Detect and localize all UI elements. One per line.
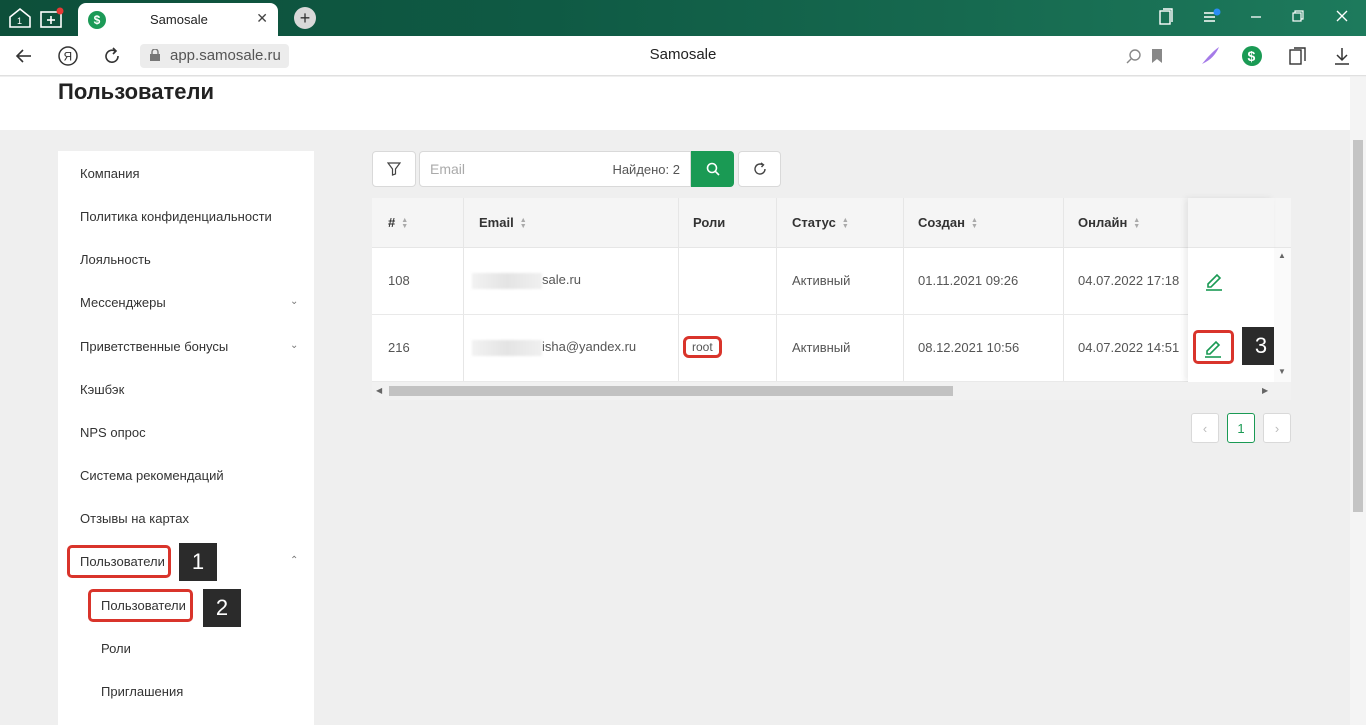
sidebar-item-loyalty[interactable]: Лояльность: [80, 252, 151, 267]
column-header-online[interactable]: Онлайн ▲ ▼: [1078, 215, 1140, 230]
highlight-users-submenu: [88, 589, 193, 622]
table-row[interactable]: 108 sale.ru Активный 01.11.2021 09:26 04…: [372, 248, 1291, 315]
minimize-icon[interactable]: [1249, 8, 1263, 27]
users-table: # ▲ ▼ Email ▲ ▼ Роли Статус ▲ ▼ Создан ▲ ▼ Онлай…: [372, 198, 1291, 400]
sidebar-item-company[interactable]: Компания: [80, 166, 140, 181]
column-header-email[interactable]: Email ▲ ▼: [479, 215, 527, 230]
samosale-extension-icon[interactable]: $: [1240, 45, 1264, 67]
sidebar-item-map-reviews[interactable]: Отзывы на картах: [80, 511, 189, 526]
feather-extension-icon[interactable]: [1198, 45, 1222, 67]
browser-tab-samosale[interactable]: $ Samosale ✕: [78, 3, 278, 36]
table-header: # ▲ ▼ Email ▲ ▼ Роли Статус ▲ ▼ Создан ▲ ▼ Онлай…: [372, 198, 1291, 248]
found-count: Найдено: 2: [612, 162, 680, 177]
step-marker-1: 1: [179, 543, 217, 581]
role-tag-root: root: [683, 336, 722, 358]
edit-icon[interactable]: [1202, 336, 1224, 358]
edit-icon[interactable]: [1203, 269, 1225, 291]
svg-text:1: 1: [17, 16, 22, 26]
email-search-input[interactable]: [430, 161, 600, 177]
new-tab-button[interactable]: +: [294, 7, 316, 29]
sort-icon[interactable]: ▲ ▼: [1133, 217, 1140, 230]
chevron-down-icon: ⌄: [290, 296, 299, 307]
cell-created: 01.11.2021 09:26: [918, 273, 1019, 288]
sort-icon[interactable]: ▲ ▼: [842, 217, 849, 230]
redacted-email: [472, 272, 542, 289]
filter-icon: [387, 162, 401, 176]
column-header-roles: Роли: [693, 215, 726, 230]
close-window-icon[interactable]: [1335, 8, 1349, 27]
cell-id: 216: [388, 340, 410, 355]
tab-close-icon[interactable]: ✕: [256, 10, 268, 27]
bookmarks-panel-icon[interactable]: [1158, 8, 1174, 29]
sort-icon[interactable]: ▲ ▼: [520, 217, 527, 230]
cell-email: isha@yandex.ru: [472, 339, 636, 356]
search-button[interactable]: [691, 151, 734, 187]
search-icon: [706, 162, 720, 176]
sidebar-item-privacy-policy[interactable]: Политика конфиденциальности: [80, 209, 272, 224]
column-header-id[interactable]: # ▲ ▼: [388, 215, 408, 230]
address-bar: Я app.samosale.ru Samosale $: [0, 36, 1366, 76]
cell-status: Активный: [792, 340, 851, 355]
tab-title: Samosale: [150, 12, 208, 27]
table-vertical-scrollbar[interactable]: ▲ ▼: [1274, 248, 1291, 382]
page-header: Пользователи: [0, 77, 1350, 130]
cell-created: 08.12.2021 10:56: [918, 340, 1020, 355]
cell-id: 108: [388, 273, 410, 288]
sidebar-item-cashback[interactable]: Кэшбэк: [80, 382, 124, 397]
chevron-up-icon: ⌃: [290, 555, 299, 566]
chevron-down-icon: ⌄: [290, 340, 299, 351]
new-folder-icon[interactable]: [38, 5, 66, 31]
filter-button[interactable]: [372, 151, 416, 187]
menu-icon[interactable]: [1203, 8, 1223, 29]
page-scrollbar[interactable]: [1350, 77, 1366, 725]
highlight-users-menu: [67, 545, 171, 578]
sidebar-item-referrals[interactable]: Система рекомендаций: [80, 468, 224, 483]
refresh-icon: [753, 162, 766, 175]
collections-icon[interactable]: [1286, 45, 1310, 67]
samosale-logo-icon: $: [88, 10, 106, 29]
sidebar-subitem-roles[interactable]: Роли: [101, 641, 131, 656]
home-icon[interactable]: 1: [6, 5, 34, 31]
step-marker-2: 2: [203, 589, 241, 627]
column-header-status[interactable]: Статус ▲ ▼: [792, 215, 849, 230]
pagination-next[interactable]: ›: [1263, 413, 1291, 443]
browser-tab-strip: 1 $ Samosale ✕ +: [0, 0, 1366, 36]
pagination-page-1[interactable]: 1: [1227, 413, 1255, 443]
refresh-button[interactable]: [738, 151, 781, 187]
cell-online: 04.07.2022 17:18: [1078, 273, 1180, 288]
svg-text:$: $: [1248, 48, 1256, 64]
sidebar-subitem-invitations[interactable]: Приглашения: [101, 684, 183, 699]
cell-online: 04.07.2022 14:51: [1078, 340, 1180, 355]
page-title: Пользователи: [58, 79, 215, 104]
sidebar-item-nps[interactable]: NPS опрос: [80, 425, 146, 440]
settings-sidebar: Компания Политика конфиденциальности Лоя…: [58, 151, 314, 725]
redacted-email: [472, 339, 542, 356]
cell-email: sale.ru: [472, 272, 581, 289]
download-icon[interactable]: [1330, 45, 1354, 67]
bookmark-icon[interactable]: [1145, 45, 1169, 67]
sidebar-item-welcome-bonuses[interactable]: Приветственные бонусы: [80, 339, 228, 354]
table-row[interactable]: 216 isha@yandex.ru root Активный 08.12.2…: [372, 315, 1291, 382]
sort-icon[interactable]: ▲ ▼: [401, 217, 408, 230]
table-horizontal-scrollbar[interactable]: ◀ ▶: [372, 382, 1291, 400]
cell-status: Активный: [792, 273, 851, 288]
sidebar-item-messengers[interactable]: Мессенджеры: [80, 295, 166, 310]
email-search-field[interactable]: Найдено: 2: [419, 151, 691, 187]
site-search-icon[interactable]: [1122, 45, 1146, 67]
restore-icon[interactable]: [1291, 8, 1305, 27]
column-header-created[interactable]: Создан ▲ ▼: [918, 215, 978, 230]
sort-icon[interactable]: ▲ ▼: [971, 217, 978, 230]
pagination-prev[interactable]: ‹: [1191, 413, 1219, 443]
